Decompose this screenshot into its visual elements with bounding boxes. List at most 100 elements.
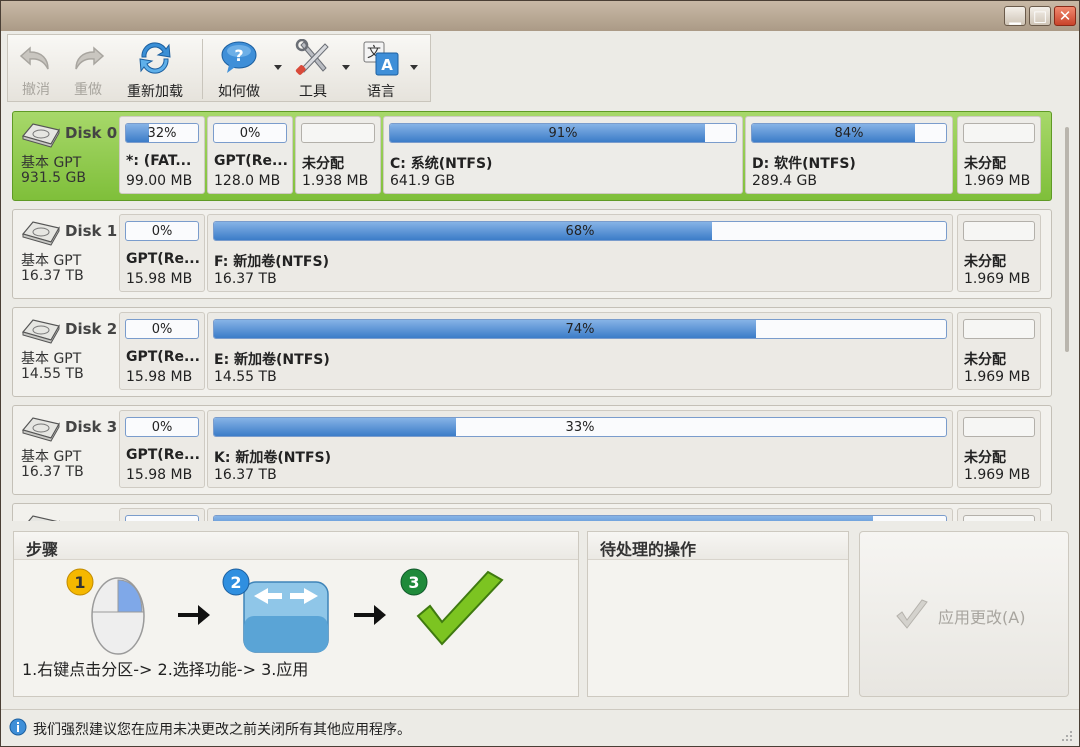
partition-block[interactable]: 84% D: 软件(NTFS) 289.4 GB: [745, 116, 953, 194]
step-number-1: 1: [74, 573, 85, 592]
partition-name: 未分配: [302, 156, 344, 172]
usage-bar: [301, 123, 375, 143]
partition-block[interactable]: 68% F: 新加卷(NTFS) 16.37 TB: [207, 214, 953, 292]
disk-size: 16.37 TB: [21, 464, 84, 480]
partition-size: 99.00 MB: [126, 173, 193, 189]
partition-block[interactable]: 74% E: 新加卷(NTFS) 14.55 TB: [207, 312, 953, 390]
usage-fill: [214, 516, 873, 521]
disk-map: Disk 0 基本 GPT 931.5 GB 32% *: (FAT... 99…: [6, 105, 1058, 521]
partition-name: *: (FAT...: [126, 153, 192, 169]
partition-block[interactable]: [957, 508, 1041, 521]
usage-bar: [963, 515, 1035, 521]
apply-changes-button[interactable]: 应用更改(A): [859, 531, 1069, 697]
maximize-button[interactable]: □: [1029, 6, 1051, 26]
usage-percent: 32%: [147, 125, 177, 141]
hard-disk-icon: [21, 417, 60, 442]
hard-disk-icon: [21, 319, 60, 344]
hard-disk-icon: [21, 123, 60, 148]
howto-dropdown-arrow-icon[interactable]: [274, 65, 282, 70]
redo-label: 重做: [74, 82, 102, 98]
partition-size: 16.37 TB: [214, 271, 277, 287]
partition-name: 未分配: [964, 254, 1006, 270]
redo-button[interactable]: 重做: [64, 35, 112, 103]
status-message: 我们强烈建议您在应用未决更改之前关闭所有其他应用程序。: [33, 722, 411, 738]
partition-block[interactable]: 32% *: (FAT... 99.00 MB: [119, 116, 205, 194]
steps-panel: 步骤 1 2 3 1.右键点击分区-> 2.选择功能-> 3.应用: [13, 531, 579, 697]
partition-block[interactable]: 91% C: 系统(NTFS) 641.9 GB: [383, 116, 743, 194]
usage-bar: 91%: [389, 123, 737, 143]
usage-bar: [125, 515, 199, 521]
partition-block[interactable]: [207, 508, 953, 521]
partition-block[interactable]: 未分配 1.969 MB: [957, 116, 1041, 194]
partition-block[interactable]: 0% GPT(Re... 15.98 MB: [119, 410, 205, 488]
partition-name: D: 软件(NTFS): [752, 156, 856, 172]
partition-size: 641.9 GB: [390, 173, 455, 189]
partition-name: GPT(Re...: [126, 251, 200, 267]
disk-info[interactable]: Disk 2 基本 GPT 14.55 TB: [13, 308, 119, 396]
disk-info[interactable]: [13, 504, 119, 521]
partition-block[interactable]: [119, 508, 205, 521]
disk-name: Disk 3: [65, 418, 118, 436]
usage-percent: 84%: [834, 125, 864, 141]
arrow-right-icon: [178, 605, 210, 625]
tools-icon: [295, 39, 329, 75]
partition-block[interactable]: 未分配 1.938 MB: [295, 116, 381, 194]
disk-map-scrollbar[interactable]: [1061, 109, 1073, 519]
toolbar: 撤消 重做 重新加载 ? 如何做 工具 文 A 语言: [7, 34, 431, 102]
usage-bar: 0%: [125, 417, 199, 437]
partition-block[interactable]: 未分配 1.969 MB: [957, 214, 1041, 292]
partition-size: 289.4 GB: [752, 173, 817, 189]
disk-row-2[interactable]: Disk 2 基本 GPT 14.55 TB 0% GPT(Re... 15.9…: [12, 307, 1052, 397]
info-icon: [9, 718, 27, 736]
partition-name: C: 系统(NTFS): [390, 156, 493, 172]
tools-dropdown-arrow-icon[interactable]: [342, 65, 350, 70]
howto-label: 如何做: [218, 84, 260, 100]
usage-bar: [213, 515, 947, 521]
partition-size: 16.37 TB: [214, 467, 277, 483]
disk-info[interactable]: Disk 1 基本 GPT 16.37 TB: [13, 210, 119, 298]
minimize-button[interactable]: ▁: [1004, 6, 1026, 26]
tools-button[interactable]: 工具: [288, 35, 338, 103]
pending-panel-header: 待处理的操作: [588, 532, 848, 560]
scrollbar-thumb[interactable]: [1065, 127, 1069, 352]
disk-row-1[interactable]: Disk 1 基本 GPT 16.37 TB 0% GPT(Re... 15.9…: [12, 209, 1052, 299]
partition-name: GPT(Re...: [126, 349, 200, 365]
usage-bar: [963, 221, 1035, 241]
partition-size: 128.0 MB: [214, 173, 281, 189]
disk-row-4[interactable]: [12, 503, 1052, 521]
disk-info[interactable]: Disk 3 基本 GPT 16.37 TB: [13, 406, 119, 494]
disk-type: 基本 GPT: [21, 351, 82, 367]
usage-percent: [964, 418, 1034, 436]
partition-name: 未分配: [964, 352, 1006, 368]
partition-block[interactable]: 未分配 1.969 MB: [957, 312, 1041, 390]
undo-button[interactable]: 撤消: [12, 35, 60, 103]
usage-percent: 0%: [151, 419, 173, 435]
disk-row-3[interactable]: Disk 3 基本 GPT 16.37 TB 0% GPT(Re... 15.9…: [12, 405, 1052, 495]
language-icon: 文 A: [363, 41, 399, 76]
partition-block[interactable]: 未分配 1.969 MB: [957, 410, 1041, 488]
partition-block[interactable]: 33% K: 新加卷(NTFS) 16.37 TB: [207, 410, 953, 488]
usage-bar: 33%: [213, 417, 947, 437]
usage-bar: 0%: [125, 221, 199, 241]
partition-block[interactable]: 0% GPT(Re... 128.0 MB: [207, 116, 293, 194]
reload-icon: [139, 42, 171, 74]
reload-button[interactable]: 重新加载: [118, 35, 192, 103]
partition-block[interactable]: 0% GPT(Re... 15.98 MB: [119, 214, 205, 292]
close-button[interactable]: ✕: [1054, 6, 1076, 26]
language-button[interactable]: 文 A 语言: [356, 35, 406, 103]
steps-panel-title: 步骤: [26, 540, 59, 559]
step-number-3: 3: [408, 573, 419, 592]
disk-info[interactable]: Disk 0 基本 GPT 931.5 GB: [13, 112, 119, 200]
minimize-icon: ▁: [1009, 7, 1021, 25]
resize-grip-icon[interactable]: [1061, 730, 1073, 742]
language-dropdown-arrow-icon[interactable]: [410, 65, 418, 70]
howto-button[interactable]: ? 如何做: [210, 35, 268, 103]
title-bar: ▁ □ ✕: [1, 1, 1079, 31]
disk-type: 基本 GPT: [21, 253, 82, 269]
usage-bar: 32%: [125, 123, 199, 143]
disk-row-0[interactable]: Disk 0 基本 GPT 931.5 GB 32% *: (FAT... 99…: [12, 111, 1052, 201]
partition-block[interactable]: 0% GPT(Re... 15.98 MB: [119, 312, 205, 390]
hard-disk-icon: [21, 221, 60, 246]
partition-size: 1.969 MB: [964, 467, 1031, 483]
usage-bar: 0%: [125, 319, 199, 339]
